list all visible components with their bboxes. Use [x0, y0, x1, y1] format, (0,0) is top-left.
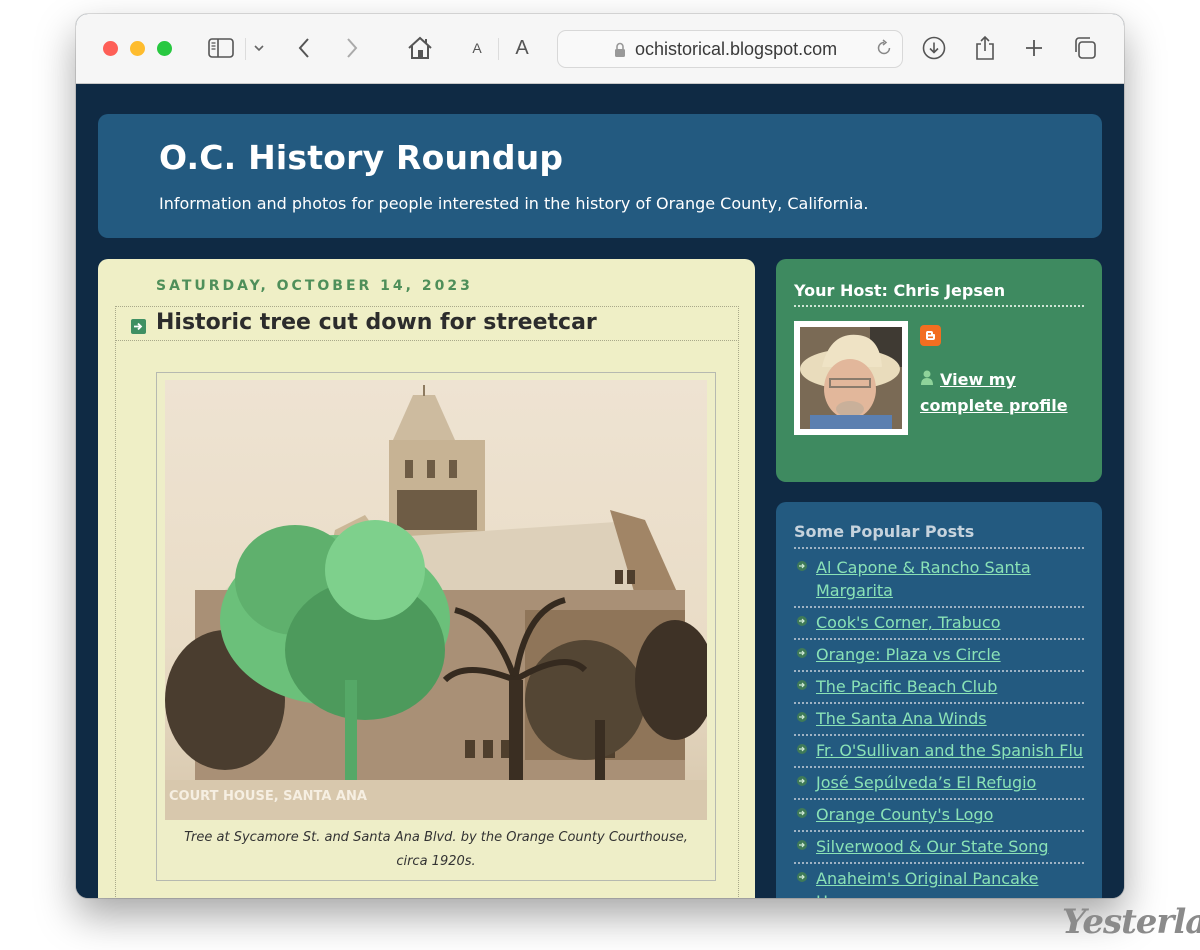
popular-post-item: The Santa Ana Winds — [794, 704, 1084, 736]
popular-post-item: Silverwood & Our State Song — [794, 832, 1084, 864]
popular-post-item: Orange: Plaza vs Circle — [794, 640, 1084, 672]
arrow-bullet-icon — [797, 808, 807, 818]
sidebar-icon[interactable] — [207, 34, 235, 62]
arrow-bullet-icon — [797, 872, 807, 882]
url-text[interactable]: ochistorical.blogspot.com — [635, 39, 837, 60]
popular-posts-widget: Some Popular Posts Al Capone & Rancho Sa… — [776, 502, 1102, 898]
popular-post-item: Fr. O'Sullivan and the Spanish Flu — [794, 736, 1084, 768]
post-column: SATURDAY, OCTOBER 14, 2023 Historic tree… — [98, 259, 755, 898]
blog-header: O.C. History Roundup Information and pho… — [98, 114, 1102, 238]
blog-title[interactable]: O.C. History Roundup — [159, 138, 563, 177]
blogger-icon[interactable] — [920, 325, 941, 346]
zoom-window-button[interactable] — [157, 41, 172, 56]
arrow-bullet-icon — [797, 840, 807, 850]
avatar[interactable] — [794, 321, 908, 435]
address-bar[interactable]: ochistorical.blogspot.com — [557, 30, 903, 68]
close-window-button[interactable] — [103, 41, 118, 56]
text-larger-icon[interactable]: A — [513, 34, 531, 62]
download-icon[interactable] — [921, 34, 947, 62]
page-content: O.C. History Roundup Information and pho… — [76, 84, 1124, 898]
popular-post-link[interactable]: Orange: Plaza vs Circle — [816, 645, 1001, 664]
popular-post-link[interactable]: José Sepúlveda’s El Refugio — [816, 773, 1036, 792]
arrow-right-icon — [131, 319, 146, 334]
share-icon[interactable] — [973, 34, 997, 62]
photo-caption: Tree at Sycamore St. and Santa Ana Blvd.… — [184, 830, 688, 869]
back-icon[interactable] — [294, 34, 314, 62]
browser-window: A A ochistorical.blogspot.com O.C. Histo… — [76, 14, 1124, 898]
host-widget-title: Your Host: Chris Jepsen — [794, 281, 1006, 300]
popular-post-item: Orange County's Logo — [794, 800, 1084, 832]
arrow-bullet-icon — [797, 561, 807, 571]
popular-post-link[interactable]: Fr. O'Sullivan and the Spanish Flu — [816, 741, 1083, 760]
arrow-bullet-icon — [797, 744, 807, 754]
popular-post-item: José Sepúlveda’s El Refugio — [794, 768, 1084, 800]
chevron-down-icon[interactable] — [251, 34, 267, 62]
popular-post-link[interactable]: Cook's Corner, Trabuco — [816, 613, 1001, 632]
text-smaller-icon[interactable]: A — [470, 34, 484, 62]
photo-label: COURT HOUSE, SANTA ANA — [169, 789, 367, 804]
popular-post-link[interactable]: The Pacific Beach Club — [816, 677, 997, 696]
view-profile-link[interactable]: View my complete profile — [920, 367, 1080, 418]
courthouse-photo[interactable]: COURT HOUSE, SANTA ANA — [165, 380, 707, 820]
popular-post-item: Cook's Corner, Trabuco — [794, 608, 1084, 640]
home-icon[interactable] — [406, 34, 434, 62]
blog-description: Information and photos for people intere… — [159, 194, 869, 213]
popular-post-link[interactable]: Anaheim's Original Pancake House — [816, 869, 1038, 898]
person-icon — [920, 368, 934, 393]
popular-post-item: Al Capone & Rancho Santa Margarita — [794, 553, 1084, 608]
arrow-bullet-icon — [797, 712, 807, 722]
minimize-window-button[interactable] — [130, 41, 145, 56]
post-title[interactable]: Historic tree cut down for streetcar — [156, 310, 597, 335]
popular-post-item: Anaheim's Original Pancake House — [794, 864, 1084, 898]
post-figure: COURT HOUSE, SANTA ANA Tree at Sycamore … — [156, 372, 716, 881]
popular-posts-list: Al Capone & Rancho Santa Margarita Cook's… — [794, 553, 1084, 898]
popular-post-link[interactable]: Silverwood & Our State Song — [816, 837, 1048, 856]
tabs-overview-icon[interactable] — [1072, 34, 1098, 62]
popular-post-link[interactable]: Orange County's Logo — [816, 805, 993, 824]
browser-toolbar: A A ochistorical.blogspot.com — [76, 14, 1124, 84]
popular-post-link[interactable]: The Santa Ana Winds — [816, 709, 987, 728]
host-widget: Your Host: Chris Jepsen View my complete… — [776, 259, 1102, 482]
forward-icon[interactable] — [342, 34, 362, 62]
popular-post-item: The Pacific Beach Club — [794, 672, 1084, 704]
popular-posts-title: Some Popular Posts — [794, 522, 975, 541]
popular-post-link[interactable]: Al Capone & Rancho Santa Margarita — [816, 558, 1031, 600]
post-date: SATURDAY, OCTOBER 14, 2023 — [156, 278, 473, 294]
lock-icon — [614, 42, 626, 62]
arrow-bullet-icon — [797, 616, 807, 626]
yesterland-watermark: Yesterland — [1062, 902, 1200, 942]
new-tab-icon[interactable] — [1023, 34, 1045, 62]
arrow-bullet-icon — [797, 648, 807, 658]
arrow-bullet-icon — [797, 680, 807, 690]
arrow-bullet-icon — [797, 776, 807, 786]
reload-icon[interactable] — [874, 38, 894, 62]
